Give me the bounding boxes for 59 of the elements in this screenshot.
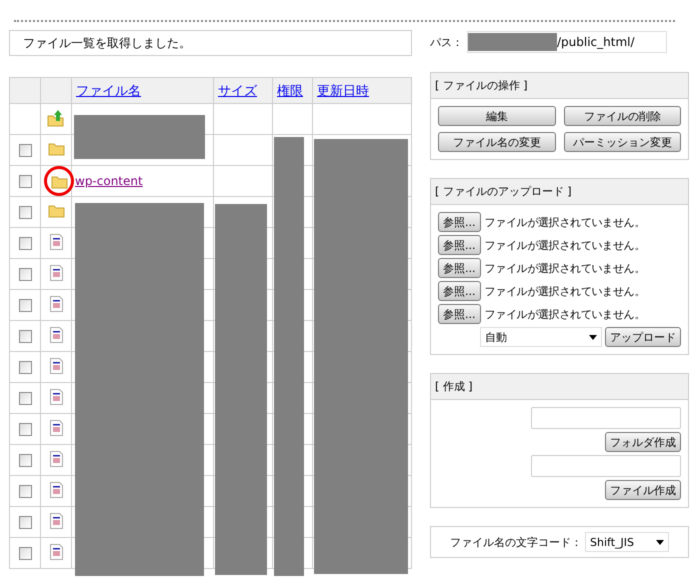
checkbox[interactable] [18, 485, 32, 498]
checkbox[interactable] [18, 516, 32, 530]
create-file-button[interactable]: ファイル作成 [605, 480, 681, 500]
path-field[interactable]: /public_html/ [467, 31, 667, 53]
mode-select[interactable]: 自動 [480, 327, 602, 347]
folder-icon [48, 203, 64, 218]
panel-title: [ 作成 ] [431, 374, 688, 400]
document-icon [50, 450, 62, 466]
file-status-text: ファイルが選択されていません。 [484, 284, 646, 298]
browse-button[interactable]: 参照... [438, 281, 480, 301]
file-status-text: ファイルが選択されていません。 [484, 214, 646, 230]
status-message: ファイル一覧を取得しました。 [9, 30, 412, 56]
checkbox[interactable] [18, 330, 32, 344]
file-status-text: ファイルが選択されていません。 [484, 260, 646, 276]
checkbox[interactable] [18, 175, 32, 188]
checkbox[interactable] [18, 547, 32, 560]
document-icon [50, 482, 62, 498]
document-icon [50, 512, 62, 528]
browse-button[interactable]: 参照... [438, 304, 480, 324]
checkbox[interactable] [18, 454, 32, 468]
action-button[interactable]: ファイル名の変更 [438, 132, 556, 152]
checkbox[interactable] [18, 361, 32, 374]
checkbox[interactable] [18, 392, 32, 406]
document-icon [50, 544, 62, 560]
create-folder-button[interactable]: フォルダ作成 [605, 432, 681, 452]
document-icon [50, 234, 62, 250]
encoding-label: ファイル名の文字コード： [450, 534, 582, 550]
document-icon [50, 420, 62, 436]
checkbox[interactable] [18, 206, 32, 220]
checkbox[interactable] [18, 299, 32, 312]
document-icon [50, 264, 62, 280]
path-label: パス： [430, 34, 463, 50]
panel-title: [ ファイルのアップロード ] [431, 179, 688, 205]
file-status-text: ファイルが選択されていません。 [484, 238, 646, 252]
caret-icon [656, 540, 664, 544]
folder-icon [48, 141, 64, 156]
folder-name-field[interactable] [531, 407, 681, 429]
checkbox[interactable] [18, 144, 32, 158]
browse-button[interactable]: 参照... [438, 258, 480, 278]
document-icon [50, 326, 62, 342]
action-button[interactable]: ファイルの削除 [564, 106, 681, 126]
checkbox[interactable] [18, 237, 32, 250]
action-button[interactable]: パーミッション変更 [564, 132, 681, 152]
browse-button[interactable]: 参照... [438, 235, 480, 255]
checkbox[interactable] [18, 423, 32, 436]
caret-icon [589, 334, 597, 340]
document-icon [50, 296, 62, 312]
browse-button[interactable]: 参照... [438, 212, 480, 232]
folder-up-arrow-icon [47, 108, 65, 126]
panel-title: [ ファイルの操作 ] [431, 73, 688, 99]
checkbox[interactable] [18, 268, 32, 282]
file-name-field[interactable] [531, 455, 681, 477]
document-icon [50, 388, 62, 404]
upload-button[interactable]: アップロード [605, 327, 681, 347]
document-icon [50, 358, 62, 374]
action-button[interactable]: 編集 [438, 106, 556, 126]
encoding-select[interactable]: Shift_JIS [585, 532, 669, 552]
folder-icon [50, 174, 68, 188]
file-status-text: ファイルが選択されていません。 [484, 306, 646, 322]
